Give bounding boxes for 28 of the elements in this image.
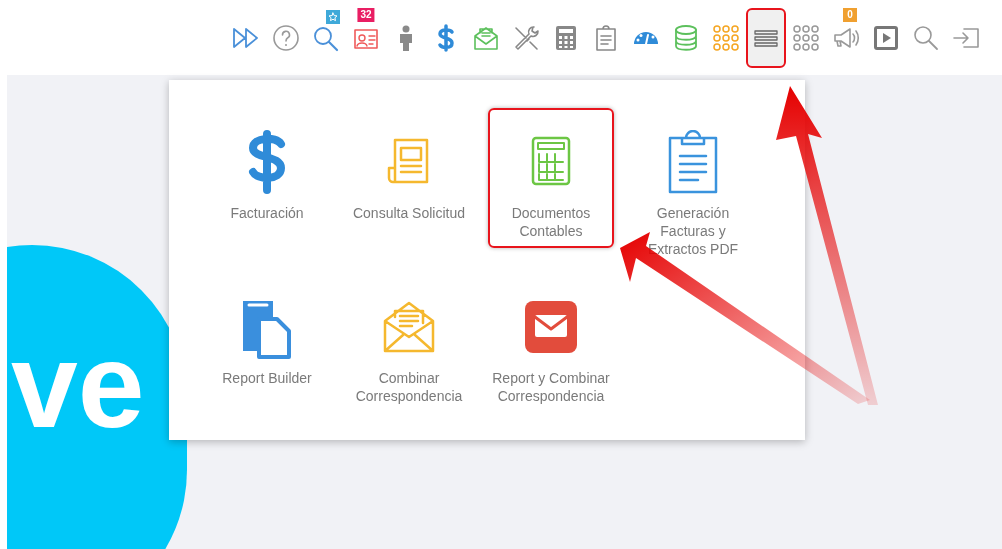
- play-icon: [872, 23, 900, 52]
- database-icon: [672, 23, 700, 52]
- menu-item-label: Report Builder: [221, 369, 313, 387]
- menu-item-label: Documentos Contables: [510, 204, 592, 240]
- menu-item[interactable]: Report y Combinar Correspondencia: [488, 273, 614, 413]
- grid-dots-icon: [712, 23, 740, 52]
- logo-text: ve: [11, 325, 145, 445]
- star-badge-icon: [326, 9, 340, 24]
- menu-item[interactable]: Consulta Solicitud: [346, 108, 472, 248]
- toolbar-button[interactable]: 32: [346, 7, 386, 68]
- count-badge: 0: [843, 7, 857, 22]
- gauge-icon: [633, 30, 659, 45]
- search-icon: [912, 23, 940, 52]
- menu-item[interactable]: Documentos Contables: [488, 108, 614, 248]
- menu-item-label: Generación Facturas y Extractos PDF: [646, 204, 740, 258]
- grid-dots-icon: [792, 23, 820, 52]
- count-badge: 32: [357, 7, 375, 22]
- menu-item[interactable]: Report Builder: [204, 273, 330, 413]
- menu-item[interactable]: Facturación: [204, 108, 330, 248]
- toolbar-button[interactable]: [746, 7, 786, 68]
- menu-item[interactable]: Generación Facturas y Extractos PDF: [630, 108, 756, 266]
- tools-icon: [512, 23, 540, 52]
- menu-item-label: Combinar Correspondencia: [354, 369, 464, 405]
- menu-item-label: Report y Combinar Correspondencia: [492, 369, 610, 405]
- help-icon: [272, 23, 300, 52]
- menu-item-label: Facturación: [229, 204, 305, 222]
- menu-item-label: Consulta Solicitud: [351, 204, 467, 222]
- menu-item[interactable]: Combinar Correspondencia: [346, 273, 472, 413]
